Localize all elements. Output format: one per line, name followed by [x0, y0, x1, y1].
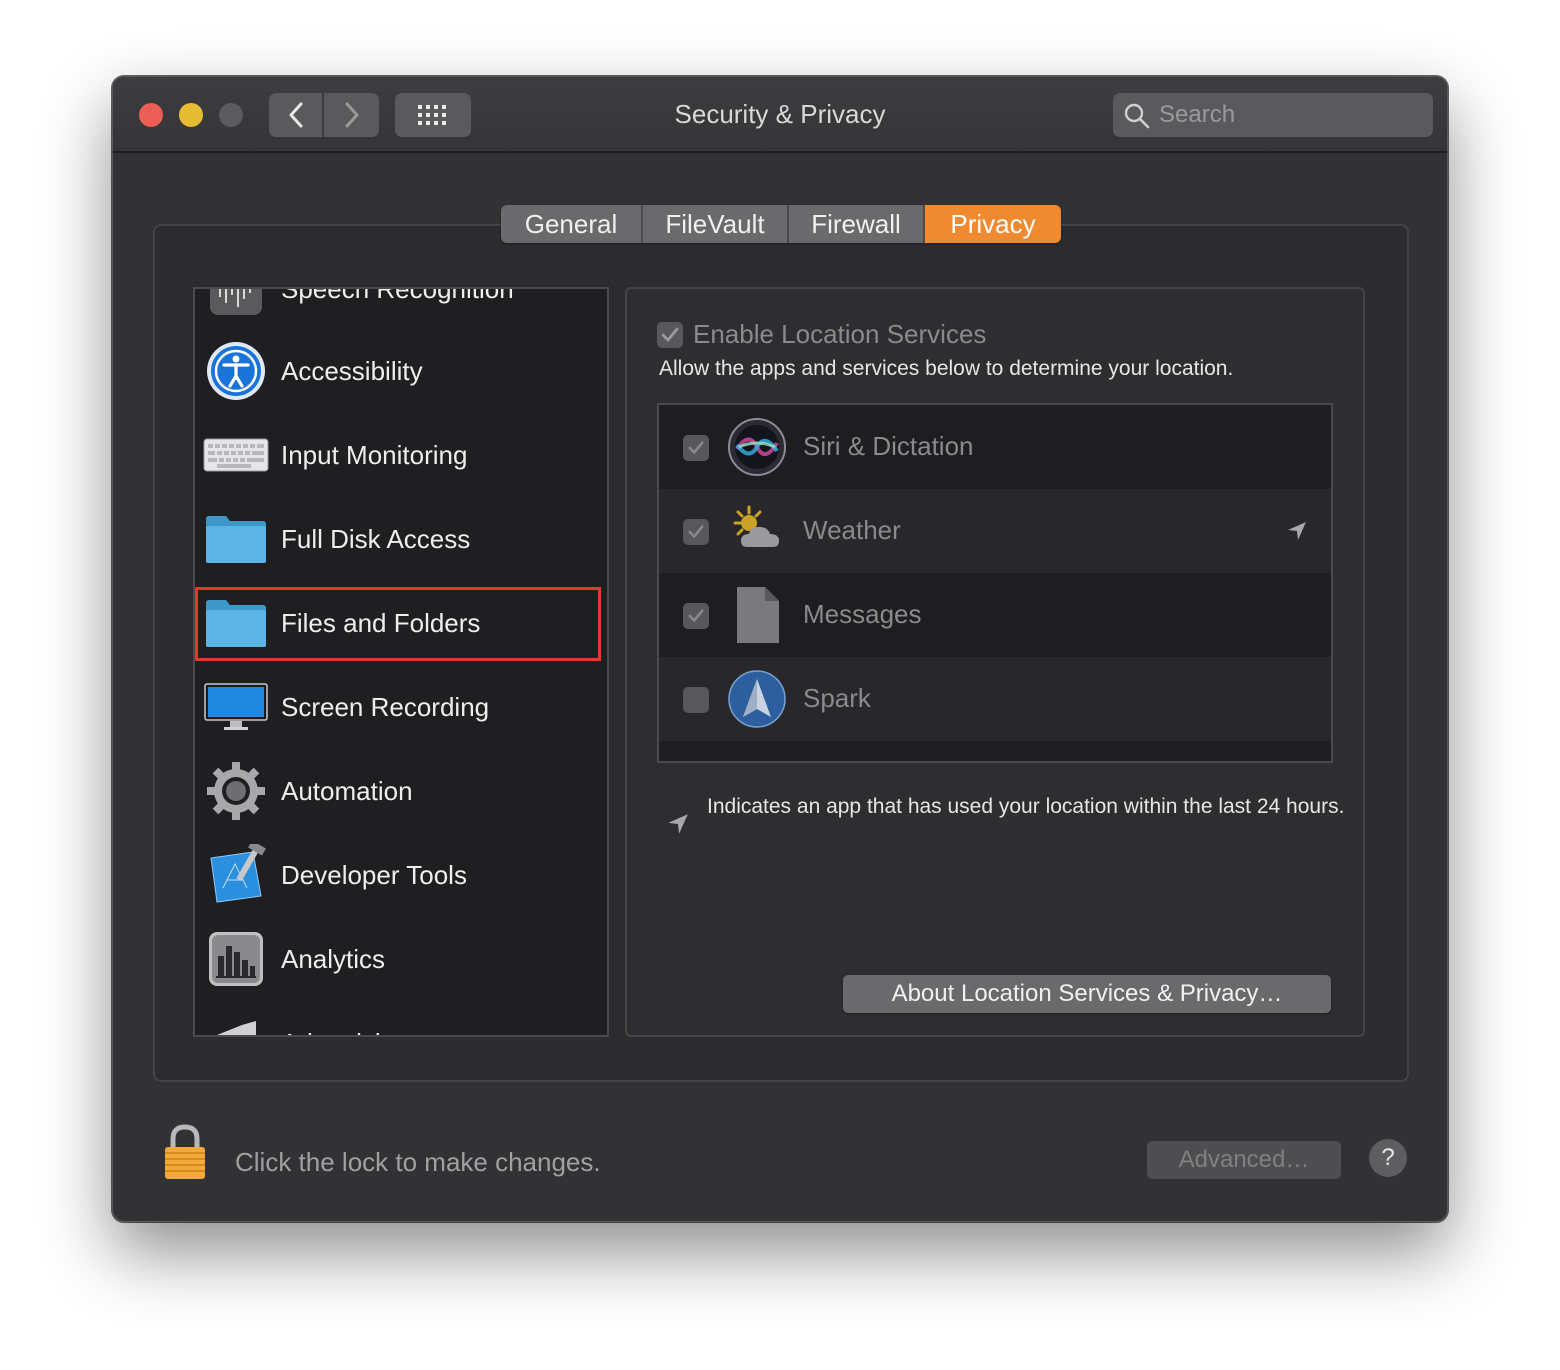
advanced-button[interactable]: Advanced… [1147, 1141, 1341, 1179]
location-arrow-icon [1288, 522, 1306, 540]
sidebar-item-label: Automation [281, 775, 413, 806]
checkmark-icon [688, 609, 704, 622]
list-item[interactable]: Weather [659, 489, 1331, 573]
sidebar-item-speech-recognition[interactable]: Speech Recognition [195, 287, 607, 331]
xcode-icon [203, 842, 269, 908]
keyboard-icon [203, 422, 269, 488]
search-icon [1124, 103, 1150, 129]
about-location-button[interactable]: About Location Services & Privacy… [843, 975, 1331, 1013]
tab-filevault[interactable]: FileVault [643, 205, 789, 243]
chart-icon [203, 926, 269, 992]
sidebar-item-developer-tools[interactable]: Developer Tools [195, 833, 607, 917]
tab-privacy[interactable]: Privacy [925, 205, 1061, 243]
document-icon [737, 587, 779, 643]
tab-general[interactable]: General [501, 205, 643, 243]
sidebar-item-screen-recording[interactable]: Screen Recording [195, 665, 607, 749]
sidebar-item-analytics[interactable]: Analytics [195, 917, 607, 1001]
tab-bar: General FileVault Firewall Privacy [501, 205, 1061, 243]
enable-location-services[interactable]: Enable Location Services [657, 319, 986, 350]
sidebar-item-full-disk-access[interactable]: Full Disk Access [195, 497, 607, 581]
sidebar-item-advertising[interactable]: Advertising [195, 1001, 607, 1036]
list-item[interactable]: Siri & Dictation [659, 405, 1331, 489]
sidebar-item-label: Accessibility [281, 355, 423, 386]
enable-location-label: Enable Location Services [693, 319, 987, 349]
location-arrow-icon [668, 814, 688, 834]
app-checkbox[interactable] [683, 435, 709, 461]
app-name: Siri & Dictation [803, 431, 974, 461]
checkmark-icon [688, 525, 704, 538]
megaphone-icon [203, 1010, 269, 1035]
app-name: Spark [803, 683, 871, 713]
sidebar-item-input-monitoring[interactable]: Input Monitoring [195, 413, 607, 497]
sidebar-item-label: Developer Tools [281, 859, 467, 890]
list-item[interactable] [659, 741, 1331, 761]
sidebar-item-label: Speech Recognition [281, 287, 514, 304]
selection-highlight [195, 587, 601, 661]
checkmark-icon [661, 327, 679, 341]
legend-text: Indicates an app that has used your loca… [707, 795, 1345, 818]
enable-location-checkbox[interactable] [657, 321, 683, 348]
sidebar-item-accessibility[interactable]: Accessibility [195, 329, 607, 413]
help-button[interactable]: ? [1369, 1139, 1407, 1177]
app-name: Messages [803, 599, 922, 629]
gear-icon [203, 758, 269, 824]
app-name: Weather [803, 515, 901, 545]
sidebar-item-label: Advertising [281, 1028, 410, 1036]
location-app-list[interactable]: Siri & Dictation Weather Messages Spark [657, 403, 1333, 763]
list-item[interactable]: Spark [659, 657, 1331, 741]
app-checkbox[interactable] [683, 687, 709, 713]
waveform-icon [203, 289, 269, 322]
location-services-panel: Enable Location Services Allow the apps … [625, 287, 1365, 1037]
siri-icon [728, 418, 786, 476]
tab-firewall[interactable]: Firewall [789, 205, 925, 243]
sidebar-item-label: Input Monitoring [281, 439, 468, 470]
list-item[interactable]: Messages [659, 573, 1331, 657]
sidebar-item-automation[interactable]: Automation [195, 749, 607, 833]
search-field[interactable]: Search [1113, 93, 1433, 137]
allow-description: Allow the apps and services below to det… [659, 357, 1234, 380]
accessibility-icon [203, 338, 269, 404]
checkmark-icon [688, 441, 704, 454]
preferences-window: Security & Privacy Search General FileVa… [112, 76, 1448, 1222]
folder-icon [203, 506, 269, 572]
weather-icon [733, 505, 779, 547]
app-checkbox[interactable] [683, 519, 709, 545]
spark-icon [728, 670, 786, 728]
app-checkbox[interactable] [683, 603, 709, 629]
lock-icon[interactable] [161, 1123, 209, 1181]
title-bar: Security & Privacy Search [113, 77, 1447, 153]
search-placeholder: Search [1159, 101, 1236, 128]
display-icon [203, 674, 269, 740]
lock-message: Click the lock to make changes. [235, 1147, 601, 1177]
sidebar-item-label: Screen Recording [281, 691, 490, 722]
privacy-category-list[interactable]: Speech Recognition Accessibility Input M… [193, 287, 609, 1037]
sidebar-item-label: Analytics [281, 943, 386, 974]
sidebar-item-label: Full Disk Access [281, 523, 471, 554]
